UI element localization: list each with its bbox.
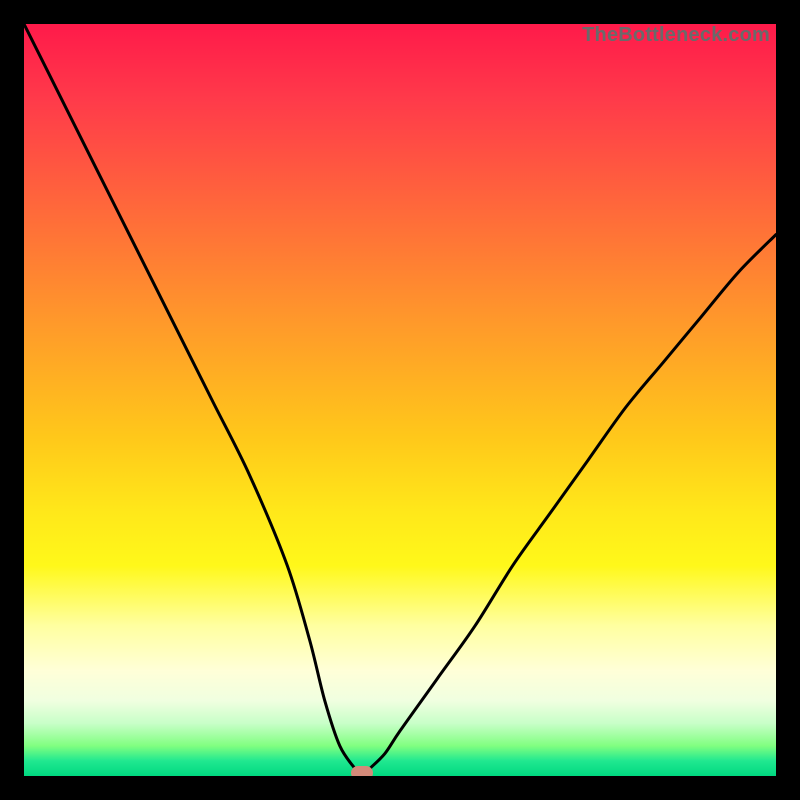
optimum-marker xyxy=(351,766,373,776)
chart-container: TheBottleneck.com xyxy=(0,0,800,800)
watermark-text: TheBottleneck.com xyxy=(582,24,770,47)
plot-area: TheBottleneck.com xyxy=(24,24,776,776)
curve-layer xyxy=(24,24,776,776)
bottleneck-curve xyxy=(24,24,776,776)
